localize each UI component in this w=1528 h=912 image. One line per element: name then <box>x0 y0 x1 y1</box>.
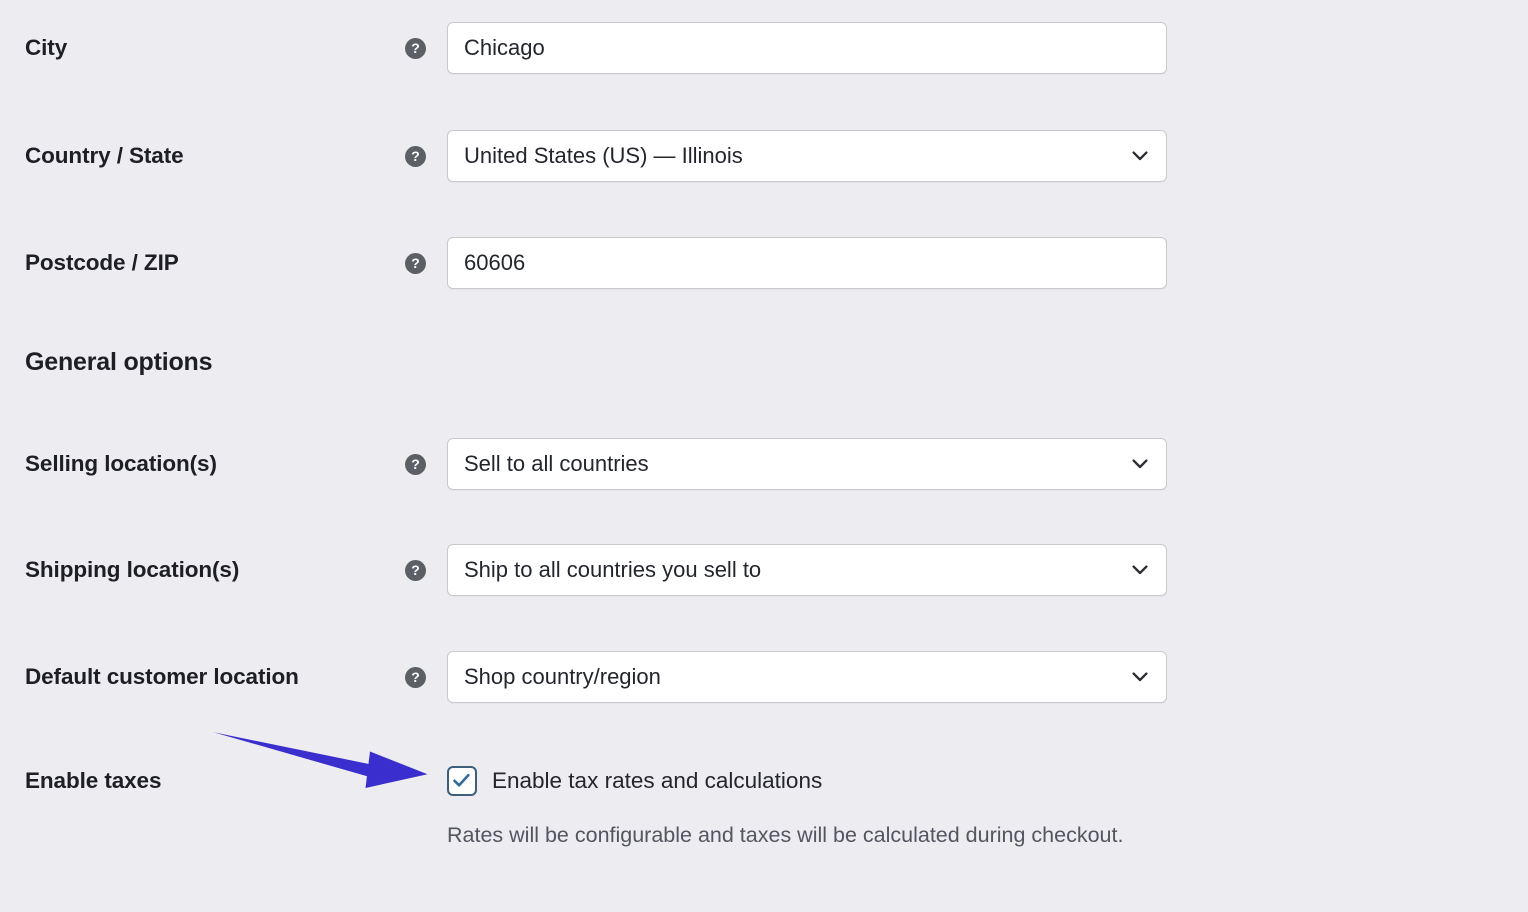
country-state-select[interactable]: United States (US) — Illinois <box>447 130 1167 182</box>
form-row-country-state: Country / State ? United States (US) — I… <box>0 130 1528 182</box>
shipping-locations-select[interactable]: Ship to all countries you sell to <box>447 544 1167 596</box>
postcode-zip-input[interactable]: 60606 <box>447 237 1167 289</box>
help-circle-icon[interactable]: ? <box>405 560 426 581</box>
chevron-down-icon <box>1132 671 1148 683</box>
enable-taxes-checkbox-label[interactable]: Enable tax rates and calculations <box>492 766 822 796</box>
form-row-selling-locations: Selling location(s) ? Sell to all countr… <box>0 438 1528 490</box>
label-selling-locations: Selling location(s) <box>25 451 217 476</box>
label-shipping-locations: Shipping location(s) <box>25 557 240 582</box>
help-circle-icon[interactable]: ? <box>405 146 426 167</box>
annotation-arrow-icon <box>200 720 440 790</box>
help-circle-icon[interactable]: ? <box>405 253 426 274</box>
label-city: City <box>25 35 68 60</box>
label-enable-taxes: Enable taxes <box>25 768 162 793</box>
help-circle-icon[interactable]: ? <box>405 454 426 475</box>
form-row-shipping-locations: Shipping location(s) ? Ship to all count… <box>0 544 1528 596</box>
selling-locations-select[interactable]: Sell to all countries <box>447 438 1167 490</box>
label-postcode-zip: Postcode / ZIP <box>25 250 179 275</box>
chevron-down-icon <box>1132 150 1148 162</box>
form-row-default-customer-location: Default customer location ? Shop country… <box>0 651 1528 703</box>
city-input-value: Chicago <box>464 35 545 60</box>
form-row-postcode-zip: Postcode / ZIP ? 60606 <box>0 237 1528 289</box>
check-icon <box>453 773 470 787</box>
default-customer-location-select-value: Shop country/region <box>464 664 661 689</box>
enable-taxes-description: Rates will be configurable and taxes wil… <box>447 823 1124 847</box>
help-circle-icon[interactable]: ? <box>405 38 426 59</box>
postcode-zip-input-value: 60606 <box>464 250 526 275</box>
settings-page: City ? Chicago Country / State ? United … <box>0 0 1528 912</box>
label-default-customer-location: Default customer location <box>25 664 299 689</box>
enable-taxes-checkbox[interactable] <box>447 766 477 796</box>
label-country-state: Country / State <box>25 143 184 168</box>
form-row-city: City ? Chicago <box>0 22 1528 74</box>
default-customer-location-select[interactable]: Shop country/region <box>447 651 1167 703</box>
chevron-down-icon <box>1132 458 1148 470</box>
selling-locations-select-value: Sell to all countries <box>464 451 649 476</box>
section-heading-general-options: General options <box>25 348 213 376</box>
country-state-select-value: United States (US) — Illinois <box>464 143 743 168</box>
chevron-down-icon <box>1132 564 1148 576</box>
shipping-locations-select-value: Ship to all countries you sell to <box>464 557 762 582</box>
city-input[interactable]: Chicago <box>447 22 1167 74</box>
help-circle-icon[interactable]: ? <box>405 667 426 688</box>
